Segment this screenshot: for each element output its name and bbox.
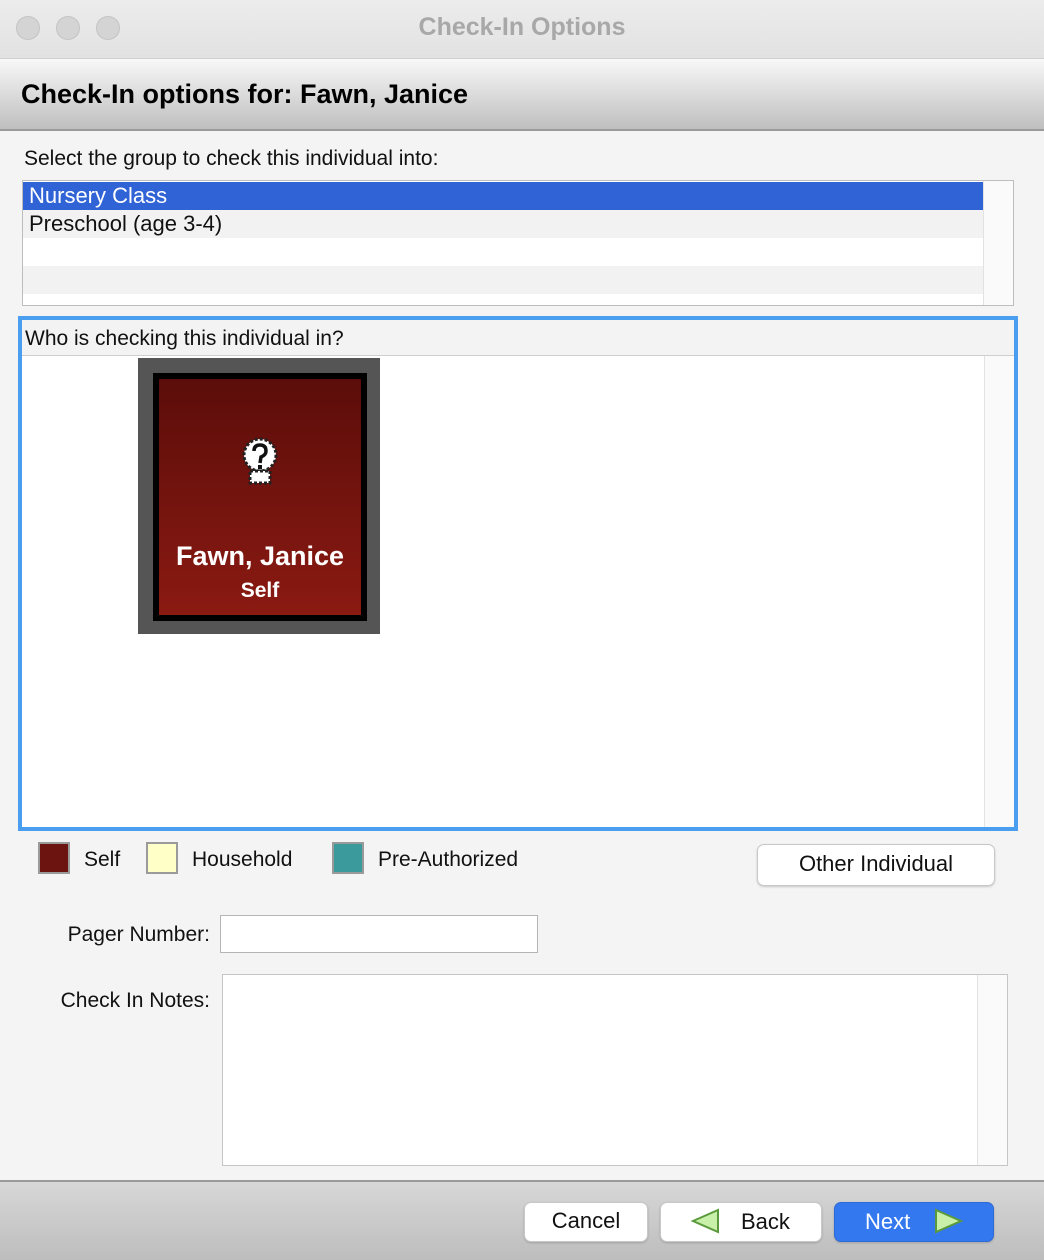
cancel-button[interactable]: Cancel bbox=[524, 1202, 648, 1242]
notes-label: Check In Notes: bbox=[60, 989, 210, 1012]
group-list[interactable]: Nursery Class Preschool (age 3-4) bbox=[22, 180, 1014, 306]
person-card[interactable]: Fawn, Janice Self bbox=[138, 358, 380, 634]
next-button-label: Next bbox=[865, 1209, 911, 1234]
unknown-person-icon bbox=[242, 437, 278, 485]
checker-panel: Who is checking this individual in? Fawn… bbox=[18, 316, 1018, 831]
next-arrow-icon bbox=[935, 1208, 963, 1234]
group-prompt: Select the group to check this individua… bbox=[24, 147, 439, 170]
dialog-footer: Cancel Back Next bbox=[0, 1180, 1044, 1260]
window-title: Check-In Options bbox=[418, 13, 626, 41]
legend-pre-authorized-swatch bbox=[332, 842, 364, 874]
group-item-empty bbox=[23, 266, 983, 294]
group-item-nursery-class[interactable]: Nursery Class bbox=[23, 182, 983, 210]
back-button-label: Back bbox=[741, 1209, 790, 1234]
check-in-notes-textarea[interactable] bbox=[222, 974, 1008, 1166]
back-button[interactable]: Back bbox=[660, 1202, 822, 1242]
other-individual-button[interactable]: Other Individual bbox=[757, 844, 995, 886]
pager-number-input[interactable] bbox=[220, 915, 538, 953]
page-title: Check-In options for: Fawn, Janice bbox=[21, 79, 469, 109]
person-card-name: Fawn, Janice bbox=[175, 541, 345, 571]
legend-self-swatch bbox=[38, 842, 70, 874]
group-item-label: Preschool (age 3-4) bbox=[29, 211, 223, 236]
person-card-relation: Self bbox=[240, 579, 280, 602]
legend-self-label: Self bbox=[84, 848, 121, 871]
person-card-frame: Fawn, Janice Self bbox=[153, 373, 367, 621]
person-card-body: Fawn, Janice Self bbox=[159, 379, 361, 615]
group-item-empty bbox=[23, 238, 983, 266]
notes-scrollbar[interactable] bbox=[977, 975, 1007, 1165]
window-titlebar: Check-In Options bbox=[0, 0, 1044, 59]
dialog-header: Check-In options for: Fawn, Janice bbox=[0, 59, 1044, 131]
next-button[interactable]: Next bbox=[834, 1202, 994, 1242]
legend-household-label: Household bbox=[192, 848, 293, 871]
checker-panel-header: Who is checking this individual in? bbox=[22, 320, 1014, 356]
cancel-button-label: Cancel bbox=[551, 1208, 621, 1233]
group-list-scrollbar[interactable] bbox=[983, 181, 1013, 305]
checker-panel-scrollbar[interactable] bbox=[984, 356, 1014, 827]
group-item-preschool[interactable]: Preschool (age 3-4) bbox=[23, 210, 983, 238]
checker-prompt: Who is checking this individual in? bbox=[25, 327, 344, 350]
pager-label: Pager Number: bbox=[67, 923, 210, 946]
legend-pre-authorized-label: Pre-Authorized bbox=[378, 848, 519, 871]
back-arrow-icon bbox=[691, 1208, 719, 1234]
group-item-label: Nursery Class bbox=[29, 183, 168, 208]
legend-household-swatch bbox=[146, 842, 178, 874]
